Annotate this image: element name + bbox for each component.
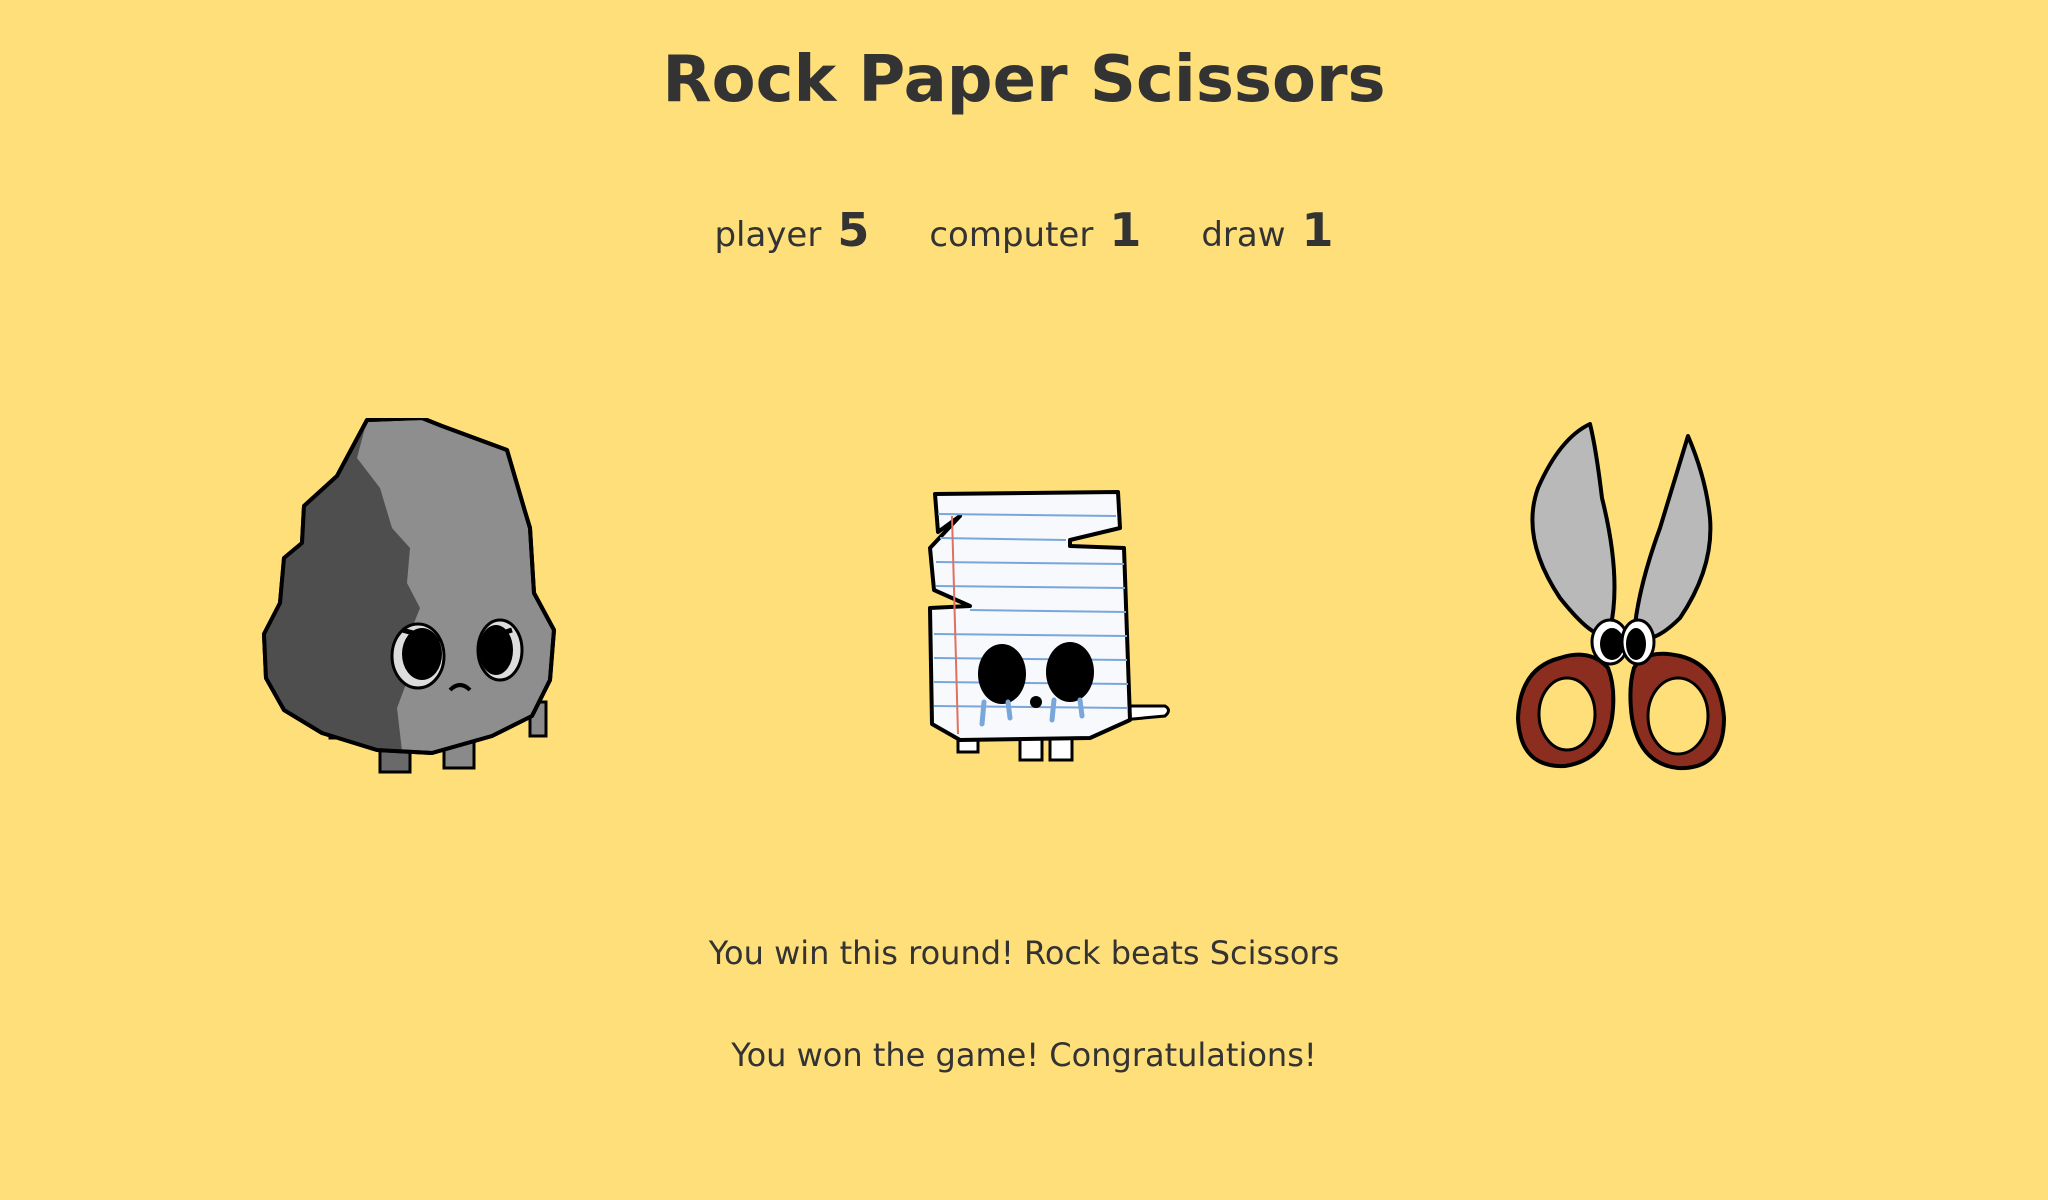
rock-choice-button[interactable] [262, 418, 582, 788]
game-title: Rock Paper Scissors [662, 43, 1386, 117]
computer-score-value: 1 [1109, 203, 1142, 257]
game-page: Rock Paper Scissors player 5 computer 1 … [0, 0, 2048, 1200]
player-score-value: 5 [837, 203, 870, 257]
game-result-message: You won the game! Congratulations! [731, 1036, 1317, 1074]
draw-score-value: 1 [1301, 203, 1334, 257]
scissors-character-icon [1515, 422, 1727, 771]
scissors-choice-button[interactable] [1510, 418, 1740, 772]
draw-score-label: draw [1201, 215, 1286, 255]
computer-score: computer 1 [929, 203, 1141, 257]
rock-character-icon [262, 418, 556, 774]
scoreboard: player 5 computer 1 draw 1 [0, 203, 2048, 263]
paper-choice-button[interactable] [920, 488, 1180, 778]
draw-score: draw 1 [1201, 203, 1333, 257]
paper-character-icon [928, 490, 1170, 762]
computer-score-label: computer [929, 215, 1094, 255]
player-score: player 5 [714, 203, 869, 257]
round-result-message: You win this round! Rock beats Scissors [708, 934, 1340, 972]
player-score-label: player [714, 215, 822, 255]
